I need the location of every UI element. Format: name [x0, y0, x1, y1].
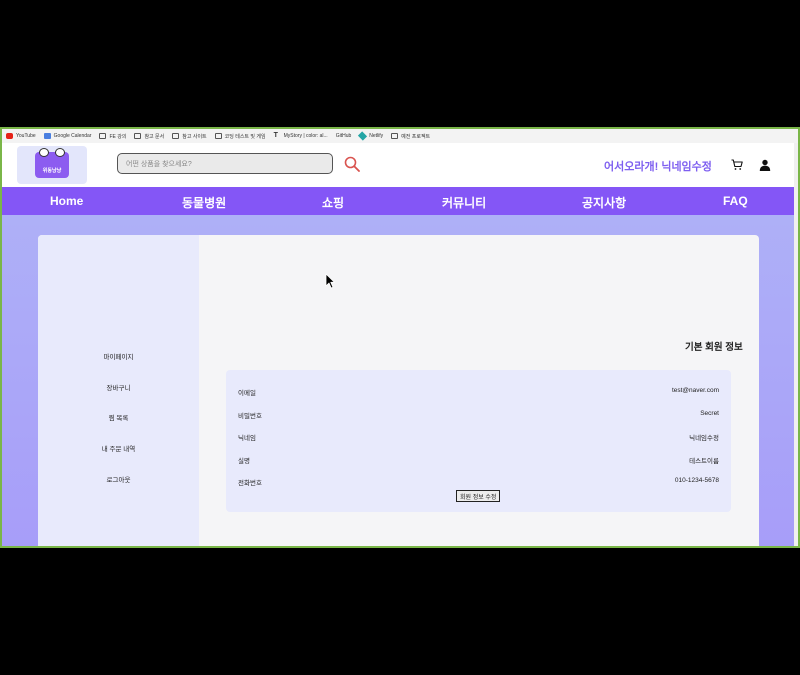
browser-window: YouTube Google Calendar FE 강의 참고 문서 참고 사…	[0, 127, 800, 548]
user-icon[interactable]	[759, 159, 771, 171]
folder-icon	[134, 133, 142, 139]
password-value: Secret	[700, 410, 719, 417]
mypage-card: 마이페이지 장바구니 찜 목록 내 주문 내역 로그아웃 기본 회원 정보 이메…	[38, 235, 759, 546]
folder-icon	[391, 133, 399, 139]
nav-animal-hospital[interactable]: 동물병원	[182, 194, 226, 211]
nav-faq[interactable]: FAQ	[723, 194, 748, 208]
mouse-cursor-icon	[325, 273, 335, 289]
bookmarks-bar: YouTube Google Calendar FE 강의 참고 문서 참고 사…	[2, 129, 798, 143]
bookmark-coding-test[interactable]: 코딩 테스트 및 게임	[214, 133, 266, 140]
bookmark-reference-docs[interactable]: 참고 문서	[134, 133, 164, 140]
phone-label: 전화번호	[238, 480, 262, 487]
folder-icon	[214, 133, 222, 139]
email-label: 이메일	[238, 390, 256, 397]
bookmark-reference-sites[interactable]: 참고 사이트	[172, 133, 207, 140]
bookmark-github[interactable]: GitHub	[336, 133, 352, 139]
phone-value: 010-1234-5678	[674, 477, 719, 484]
section-title: 기본 회원 정보	[685, 342, 743, 353]
user-greeting[interactable]: 어서오라개! 닉네임수정	[604, 158, 712, 174]
nav-shopping[interactable]: 쇼핑	[322, 194, 344, 211]
typography-icon: T	[273, 132, 278, 139]
search-input[interactable]: 어떤 상품을 찾으세요?	[117, 153, 333, 174]
password-label: 비밀번호	[238, 413, 262, 420]
netlify-icon	[358, 131, 368, 141]
email-value: test@naver.com	[671, 387, 719, 394]
nav-notice[interactable]: 공지사항	[582, 194, 626, 211]
realname-value: 테스트이름	[689, 458, 719, 465]
bookmark-mystory[interactable]: T MyStory | color: al...	[273, 132, 328, 139]
sidebar-item-logout[interactable]: 로그아웃	[38, 474, 199, 484]
realname-label: 실명	[238, 458, 250, 465]
nav-community[interactable]: 커뮤니티	[442, 194, 486, 211]
logo-link[interactable]: 위동냥냥	[17, 146, 87, 184]
edit-member-info-button[interactable]: 회원 정보 수정	[456, 490, 501, 502]
bookmark-netlify[interactable]: Netlify	[358, 131, 383, 141]
bookmark-fe-lecture[interactable]: FE 강의	[99, 133, 126, 140]
bookmark-google-calendar[interactable]: Google Calendar	[43, 133, 91, 139]
folder-icon	[172, 133, 180, 139]
sidebar-item-cart[interactable]: 장바구니	[38, 382, 199, 392]
bookmark-youtube[interactable]: YouTube	[6, 133, 36, 139]
scrollbar[interactable]	[794, 143, 798, 546]
site-header: 위동냥냥 어떤 상품을 찾으세요? 어서오라개! 닉네임수정	[2, 143, 794, 187]
sidebar-item-wishlist[interactable]: 찜 목록	[38, 412, 199, 422]
mypage-sidebar: 마이페이지 장바구니 찜 목록 내 주문 내역 로그아웃	[38, 235, 199, 546]
folder-icon	[99, 133, 107, 139]
calendar-icon	[43, 133, 51, 139]
sidebar-item-mypage[interactable]: 마이페이지	[38, 351, 199, 361]
nickname-value: 닉네임수정	[689, 435, 719, 442]
nav-home[interactable]: Home	[50, 194, 83, 208]
search-icon[interactable]	[344, 156, 360, 172]
main-nav: Home 동물병원 쇼핑 커뮤니티 공지사항 FAQ	[2, 187, 794, 215]
member-info-box: 이메일 test@naver.com 비밀번호 Secret 닉네임 닉네임수정…	[226, 370, 731, 512]
bookmark-old-projects[interactable]: 예전 프로젝트	[391, 133, 430, 140]
youtube-icon	[6, 133, 13, 139]
nickname-label: 닉네임	[238, 435, 256, 442]
sidebar-item-orders[interactable]: 내 주문 내역	[38, 443, 199, 453]
cart-icon[interactable]	[731, 159, 743, 171]
logo: 위동냥냥	[35, 148, 69, 178]
